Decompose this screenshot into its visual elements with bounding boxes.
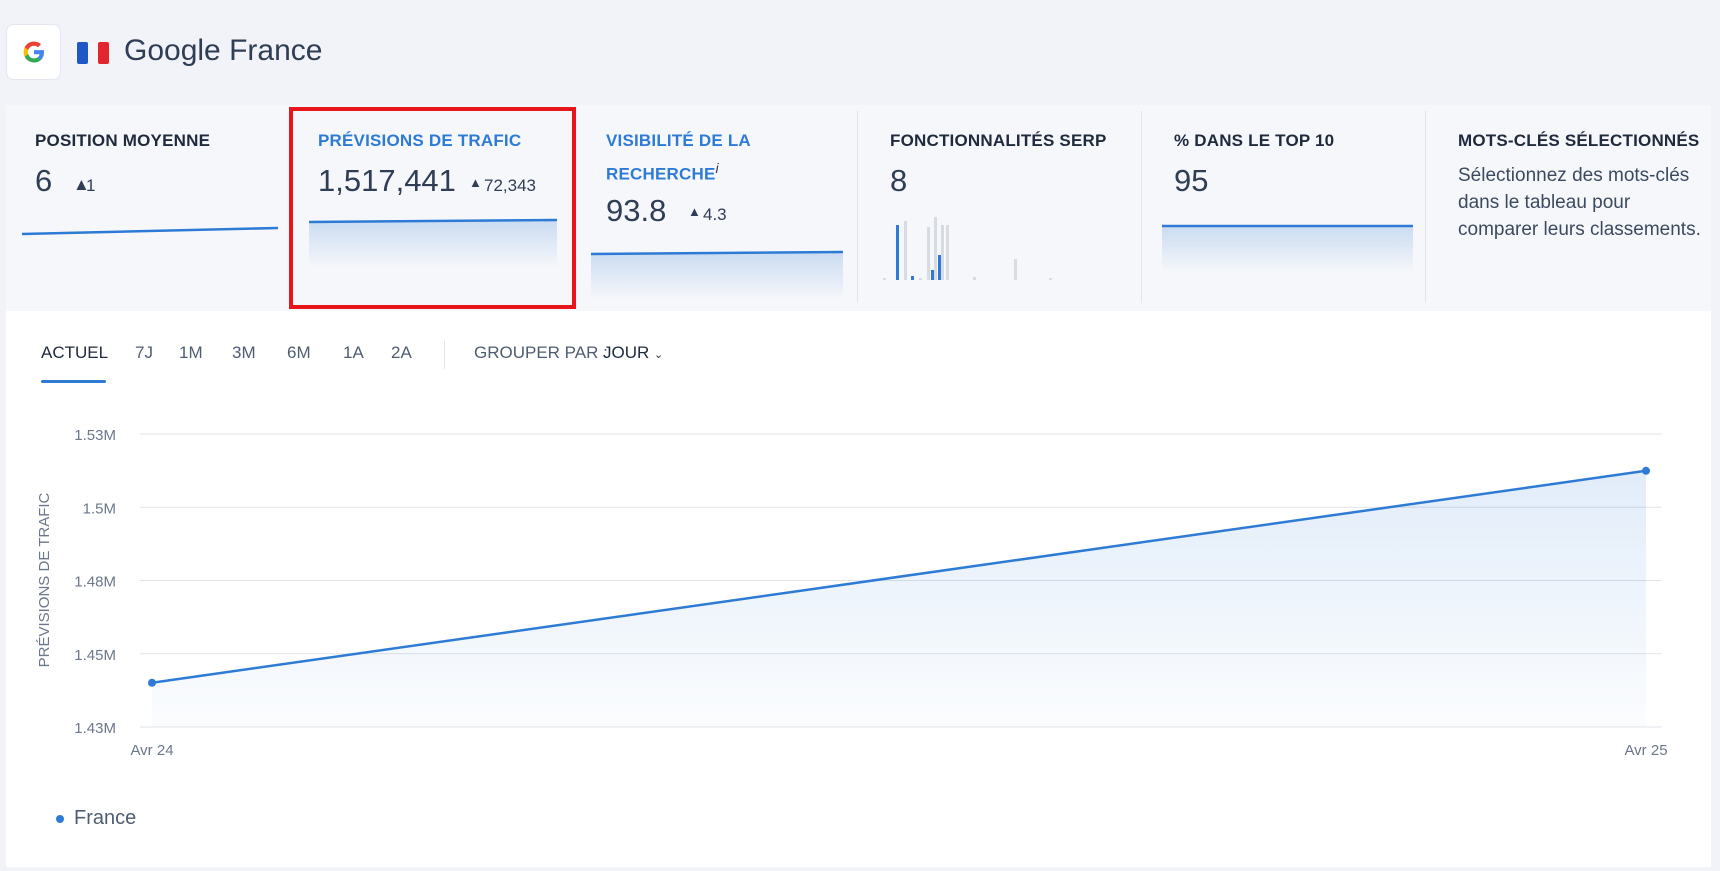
x-tick-label: Avr 25	[1624, 742, 1667, 759]
x-tick-label: Avr 24	[130, 742, 173, 759]
card-sparkline	[21, 226, 279, 236]
card-traffic-forecast[interactable]: PRÉVISIONS DE TRAFIC 1,517,441 ▲ 72,343	[289, 105, 575, 311]
card-sparkline	[309, 218, 558, 268]
card-search-visibility[interactable]: VISIBILITÉ DE LA RECHERCHEi 93.8 ▲ 4.3	[577, 105, 862, 311]
card-value: 95	[1174, 163, 1209, 198]
google-g-icon	[23, 41, 44, 63]
data-point	[1642, 466, 1650, 475]
card-title-line2: RECHERCHE	[606, 164, 716, 184]
y-tick-label: 1.5M	[83, 500, 116, 517]
data-point	[148, 678, 156, 687]
serp-features-bars	[883, 217, 1052, 280]
card-selected-keywords[interactable]: MOTS-CLÉS SÉLECTIONNÉS Sélectionnez des …	[1429, 105, 1711, 311]
card-delta: 1	[86, 176, 96, 195]
card-top10-percent[interactable]: % DANS LE TOP 10 95	[1145, 105, 1430, 311]
card-value: 6	[35, 163, 53, 198]
google-logo[interactable]	[6, 24, 61, 80]
delta-up-icon: ▲	[469, 175, 482, 190]
card-title: % DANS LE TOP 10	[1174, 131, 1335, 150]
card-title: VISIBILITÉ DE LA RECHERCHEi	[606, 126, 751, 189]
metrics-cards: POSITION MOYENNE 6 ▲ 1 PRÉVISIONS DE TRA…	[6, 105, 1711, 311]
card-title-line1: VISIBILITÉ DE LA	[606, 131, 751, 150]
card-title: PRÉVISIONS DE TRAFIC	[318, 131, 522, 150]
card-value: 8	[890, 163, 908, 198]
legend-label: France	[74, 807, 137, 829]
delta-up-icon: ▲	[688, 204, 701, 219]
card-sparkline	[591, 250, 844, 300]
y-tick-label: 1.43M	[74, 720, 116, 737]
chart-panel: ACTUEL 7J 1M 3M 6M 1A 2A GROUPER PAR : JOUR ⌄ …	[6, 311, 1711, 867]
engine-title: Google France	[124, 34, 323, 67]
card-divider	[1425, 111, 1426, 303]
card-title: FONCTIONNALITÉS SERP	[890, 131, 1107, 150]
card-divider	[857, 111, 858, 303]
y-tick-label: 1.45M	[74, 647, 116, 664]
card-average-position[interactable]: POSITION MOYENNE 6 ▲ 1	[6, 105, 282, 311]
legend-dot-icon	[56, 814, 64, 823]
card-title: MOTS-CLÉS SÉLECTIONNÉS	[1458, 131, 1700, 150]
card-sparkline	[1162, 224, 1413, 273]
chart-legend[interactable]: France	[56, 807, 136, 830]
card-description: Sélectionnez des mots-clés dans le table…	[1458, 165, 1701, 240]
card-value: 1,517,441	[318, 163, 456, 198]
card-delta: 72,343	[484, 176, 536, 195]
y-axis-label: PRÉVISIONS DE TRAFIC	[36, 492, 53, 667]
traffic-chart: 1.53M 1.5M 1.48M 1.45M 1.43M PRÉVISIONS DE TR…	[36, 427, 1668, 759]
card-value: 93.8	[606, 193, 667, 228]
card-serp-features[interactable]: FONCTIONNALITÉS SERP 8	[861, 105, 1144, 311]
engine-header: Google France	[0, 0, 1720, 104]
y-tick-label: 1.48M	[74, 574, 116, 591]
card-divider	[1141, 111, 1142, 303]
series-area	[152, 470, 1646, 727]
france-flag-icon	[77, 42, 109, 64]
info-icon[interactable]: i	[715, 161, 718, 177]
card-title: POSITION MOYENNE	[35, 131, 211, 150]
card-delta: 4.3	[703, 205, 727, 224]
y-tick-label: 1.53M	[74, 427, 116, 444]
